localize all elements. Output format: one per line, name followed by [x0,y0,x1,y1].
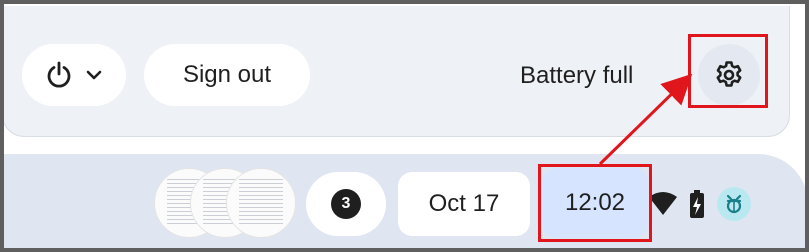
file-preview-thumbnail [226,168,296,238]
status-tray[interactable] [648,172,752,236]
battery-charging-icon [688,189,706,219]
date-label: Oct 17 [428,190,500,217]
gear-icon [713,59,745,91]
notification-center-button[interactable]: 3 [306,172,386,236]
screenshot-frame: Sign out Battery full 3 Oct 17 12:02 [0,0,809,252]
chevron-down-icon [84,65,104,85]
power-icon [44,60,74,90]
settings-button[interactable] [698,44,760,106]
battery-status-text: Battery full [520,62,634,89]
notification-count-badge: 3 [331,189,361,219]
date-tray-button[interactable]: Oct 17 [398,172,530,236]
sign-out-button[interactable]: Sign out [144,44,310,106]
holding-space-previews[interactable] [154,168,296,238]
clock[interactable]: 12:02 [542,168,648,238]
sign-out-label: Sign out [182,61,272,88]
time-label: 12:02 [564,189,626,216]
power-menu-button[interactable] [22,44,126,106]
wifi-icon [648,191,678,217]
accessibility-icon [716,186,752,222]
